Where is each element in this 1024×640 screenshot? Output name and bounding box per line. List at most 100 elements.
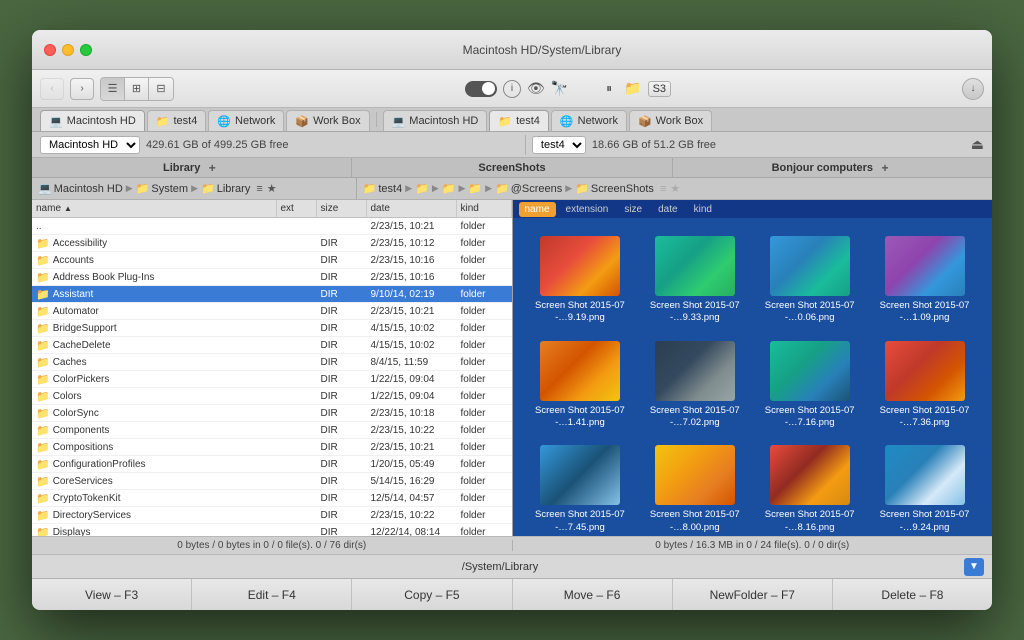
breadcrumb-item-system[interactable]: 📁 System [136, 182, 188, 195]
path-bar-dropdown[interactable]: ▼ [964, 558, 984, 576]
close-button[interactable] [44, 44, 56, 56]
col-header-size[interactable]: size [317, 200, 367, 217]
list-item[interactable]: Screen Shot 2015-07-…8.16.png [752, 437, 867, 536]
list-item[interactable]: Screen Shot 2015-07-…7.36.png [867, 333, 982, 438]
file-size-cell: DIR [317, 405, 367, 421]
list-item[interactable]: Screen Shot 2015-07-…8.00.png [637, 437, 752, 536]
breadcrumb-r-item-4[interactable]: 📁 [468, 182, 482, 195]
column-view-button[interactable]: ⊟ [149, 78, 173, 100]
sort-arrow: ▲ [64, 204, 72, 213]
table-row[interactable]: 📁CoreServicesDIR5/14/15, 16:29folder [32, 473, 512, 490]
right-drive-select[interactable]: test4 [532, 136, 586, 154]
tab-right-workbox[interactable]: 📦 Work Box [629, 110, 712, 131]
right-col-name[interactable]: name [519, 202, 556, 217]
table-row[interactable]: 📁ColorsDIR1/22/15, 09:04folder [32, 388, 512, 405]
breadcrumb-r-item-2[interactable]: 📁 [415, 182, 429, 195]
col-header-ext[interactable]: ext [277, 200, 317, 217]
binocular-icon[interactable]: 🔭 [551, 80, 568, 97]
table-row[interactable]: 📁ColorPickersDIR1/22/15, 09:04folder [32, 371, 512, 388]
table-row[interactable]: 📁Address Book Plug-InsDIR2/23/15, 10:16f… [32, 269, 512, 286]
table-row[interactable]: 📁AccessibilityDIR2/23/15, 10:12folder [32, 235, 512, 252]
left-panel-add-btn[interactable]: + [204, 160, 220, 176]
bottom-btn-delete---f8[interactable]: Delete – F8 [833, 579, 992, 610]
tab-label: Network [235, 115, 275, 127]
table-row[interactable]: 📁CacheDeleteDIR4/15/15, 10:02folder [32, 337, 512, 354]
file-name-text: DirectoryServices [53, 510, 131, 521]
list-item[interactable]: Screen Shot 2015-07-…0.06.png [752, 228, 867, 333]
col-header-kind[interactable]: kind [457, 200, 512, 217]
right-col-kind[interactable]: kind [688, 202, 718, 217]
file-name-text: ColorSync [53, 408, 99, 419]
breadcrumb-r-star-btn[interactable]: ★ [670, 182, 680, 195]
breadcrumb-star-btn[interactable]: ★ [267, 182, 277, 195]
s3-button[interactable]: S3 [648, 81, 671, 97]
folder-button[interactable]: 📁 [624, 80, 641, 97]
bottom-btn-newfolder---f7[interactable]: NewFolder – F7 [673, 579, 833, 610]
tab-left-macintosh-hd[interactable]: 💻 Macintosh HD [40, 110, 145, 131]
breadcrumb-item-hd[interactable]: 💻 Macintosh HD [38, 182, 123, 195]
list-view-button[interactable]: ☰ [101, 78, 125, 100]
nav-back-button[interactable]: ‹ [40, 78, 64, 100]
breadcrumb-item-library[interactable]: 📁 Library [201, 182, 250, 195]
breadcrumb-r-item-3[interactable]: 📁 [442, 182, 456, 195]
list-item[interactable]: Screen Shot 2015-07-…9.19.png [523, 228, 638, 333]
right-col-extension[interactable]: extension [560, 202, 615, 217]
tab-right-test4[interactable]: 📁 test4 [489, 110, 549, 131]
list-item[interactable]: Screen Shot 2015-07-…1.41.png [523, 333, 638, 438]
tab-left-workbox[interactable]: 📦 Work Box [286, 110, 369, 131]
table-row[interactable]: 📁DirectoryServicesDIR2/23/15, 10:22folde… [32, 507, 512, 524]
table-row[interactable]: 📁ComponentsDIR2/23/15, 10:22folder [32, 422, 512, 439]
maximize-button[interactable] [80, 44, 92, 56]
table-row[interactable]: 📁CompositionsDIR2/23/15, 10:21folder [32, 439, 512, 456]
toggle-switch[interactable] [465, 81, 497, 97]
breadcrumb-item-test4[interactable]: 📁 test4 [363, 182, 403, 195]
breadcrumb-menu-btn[interactable]: ≡ [256, 183, 262, 195]
table-row[interactable]: 📁ConfigurationProfilesDIR1/20/15, 05:49f… [32, 456, 512, 473]
icon-label: Screen Shot 2015-07-…8.16.png [765, 509, 855, 534]
minimize-button[interactable] [62, 44, 74, 56]
eye-icon[interactable]: 👁 [527, 80, 545, 97]
eject-button[interactable]: ⏏ [971, 136, 984, 153]
bonjour-add-btn[interactable]: + [877, 160, 893, 176]
table-row[interactable]: 📁CachesDIR8/4/15, 11:59folder [32, 354, 512, 371]
breadcrumb-item-screenshots[interactable]: 📁 ScreenShots [575, 182, 654, 195]
table-row[interactable]: 📁AutomatorDIR2/23/15, 10:21folder [32, 303, 512, 320]
breadcrumb-item-screens[interactable]: 📁 @Screens [495, 182, 562, 195]
right-breadcrumb: 📁 test4 ▶ 📁 ▶ 📁 ▶ 📁 ▶ 📁 @Screens ▶ 📁 Scr… [357, 178, 992, 199]
list-item[interactable]: Screen Shot 2015-07-…9.33.png [637, 228, 752, 333]
download-button[interactable]: ↓ [962, 78, 984, 100]
table-row[interactable]: 📁ColorSyncDIR2/23/15, 10:18folder [32, 405, 512, 422]
list-item[interactable]: Screen Shot 2015-07-…9.24.png [867, 437, 982, 536]
tab-left-test4[interactable]: 📁 test4 [147, 110, 207, 131]
left-drive-select[interactable]: Macintosh HD [40, 136, 140, 154]
table-row[interactable]: 📁BridgeSupportDIR4/15/15, 10:02folder [32, 320, 512, 337]
icon-view-button[interactable]: ⊞ [125, 78, 149, 100]
tab-left-network[interactable]: 🌐 Network [208, 110, 284, 131]
table-row[interactable]: ..2/23/15, 10:21folder [32, 218, 512, 235]
sync-button[interactable]: ⏸ [600, 80, 618, 98]
tab-right-macintosh-hd[interactable]: 💻 Macintosh HD [383, 110, 488, 131]
nav-forward-button[interactable]: › [70, 78, 94, 100]
col-header-name[interactable]: name ▲ [32, 200, 277, 217]
bottom-btn-edit---f4[interactable]: Edit – F4 [192, 579, 352, 610]
table-row[interactable]: 📁AccountsDIR2/23/15, 10:16folder [32, 252, 512, 269]
info-button[interactable]: i [503, 80, 521, 98]
table-row[interactable]: 📁DisplaysDIR12/22/14, 08:14folder [32, 524, 512, 536]
icon-grid[interactable]: Screen Shot 2015-07-…9.19.pngScreen Shot… [513, 218, 993, 536]
bottom-btn-move---f6[interactable]: Move – F6 [513, 579, 673, 610]
list-item[interactable]: Screen Shot 2015-07-…7.45.png [523, 437, 638, 536]
right-col-size[interactable]: size [618, 202, 648, 217]
table-row[interactable]: 📁AssistantDIR9/10/14, 02:19folder [32, 286, 512, 303]
list-item[interactable]: Screen Shot 2015-07-…7.16.png [752, 333, 867, 438]
right-col-date[interactable]: date [652, 202, 683, 217]
list-item[interactable]: Screen Shot 2015-07-…7.02.png [637, 333, 752, 438]
right-free-space: 18.66 GB of 51.2 GB free [592, 139, 965, 151]
table-row[interactable]: 📁CryptoTokenKitDIR12/5/14, 04:57folder [32, 490, 512, 507]
bottom-btn-view---f3[interactable]: View – F3 [32, 579, 192, 610]
tab-right-network[interactable]: 🌐 Network [551, 110, 627, 131]
file-list-body[interactable]: ..2/23/15, 10:21folder📁AccessibilityDIR2… [32, 218, 512, 536]
bottom-btn-copy---f5[interactable]: Copy – F5 [352, 579, 512, 610]
breadcrumb-r-menu-btn[interactable]: ≡ [660, 183, 666, 195]
list-item[interactable]: Screen Shot 2015-07-…1.09.png [867, 228, 982, 333]
col-header-date[interactable]: date [367, 200, 457, 217]
